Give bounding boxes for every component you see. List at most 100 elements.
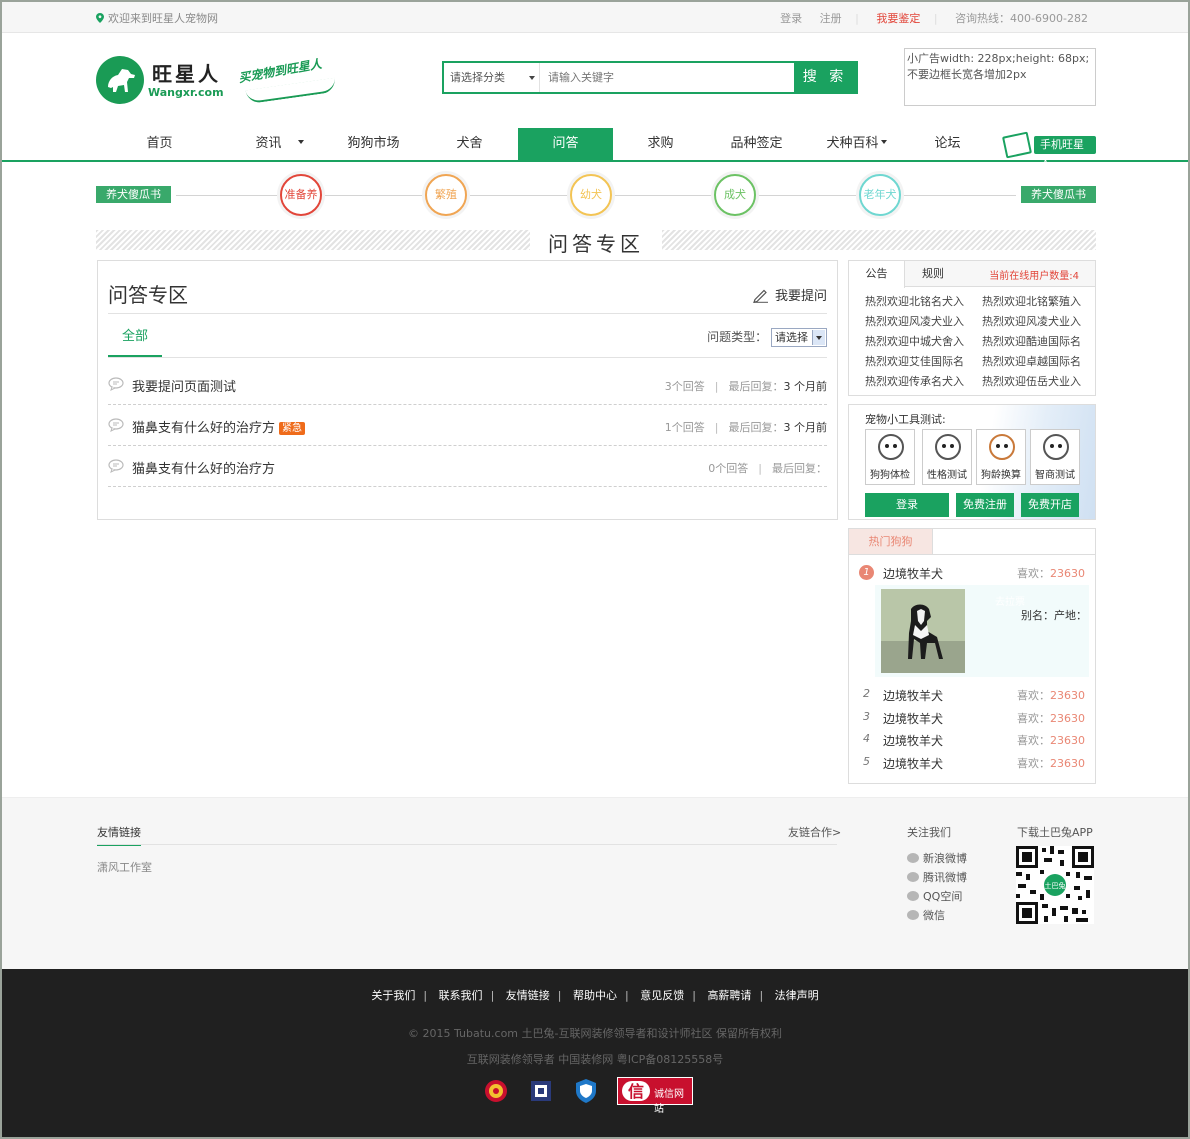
stage-label: 老年犬: [863, 188, 897, 201]
about-link[interactable]: 关于我们: [371, 989, 415, 1002]
nav-item-breed-id[interactable]: 品种签定: [709, 128, 804, 160]
free-shop-button[interactable]: 免费开店: [1021, 493, 1079, 517]
nav-item-news[interactable]: 资讯: [232, 128, 327, 160]
nav-item-kennel[interactable]: 犬舍: [422, 128, 517, 160]
security-shield-icon[interactable]: [573, 1077, 599, 1105]
notice-item[interactable]: 热烈欢迎中城犬舍入: [865, 333, 975, 349]
stage-prepare[interactable]: 准备养: [280, 174, 322, 216]
tool-health-check[interactable]: 狗狗体检: [865, 429, 915, 485]
stage-senior[interactable]: 老年犬: [859, 174, 901, 216]
stage-label: 繁殖: [435, 188, 457, 201]
question-row[interactable]: 我要提问页面测试 3个回答 | 最后回复：3 个月前: [108, 364, 827, 405]
question-title[interactable]: 我要提问页面测试: [132, 376, 236, 395]
dog-name[interactable]: 边境牧羊犬: [883, 755, 943, 772]
notice-item[interactable]: 热烈欢迎酷迪国际名: [982, 333, 1092, 349]
notice-item[interactable]: 热烈欢迎风凌犬业入: [865, 313, 975, 329]
credit-website-badge[interactable]: 信 诚信网站: [617, 1077, 693, 1115]
friend-links-title: 友情链接: [97, 824, 141, 846]
link-cooperation[interactable]: 友链合作>: [788, 824, 841, 840]
tool-label: 狗龄换算: [981, 470, 1021, 481]
nav-item-encyclopedia[interactable]: 犬种百科: [809, 128, 904, 160]
weibo-icon: [907, 853, 919, 863]
nav-item-market[interactable]: 狗狗市场: [326, 128, 421, 160]
free-register-button[interactable]: 免费注册: [956, 493, 1014, 517]
dog-photo[interactable]: [881, 589, 965, 673]
nav-item-forum[interactable]: 论坛: [900, 128, 995, 160]
tab-announcement[interactable]: 公告: [849, 261, 905, 288]
guide-flag-right[interactable]: 养犬傻瓜书: [1021, 186, 1096, 203]
search-input[interactable]: [540, 63, 794, 92]
police-badge-icon[interactable]: [482, 1077, 510, 1105]
social-qzone[interactable]: QQ空间: [907, 888, 962, 904]
category-select[interactable]: 请选择分类: [444, 63, 540, 92]
follow-title: 关注我们: [907, 826, 951, 839]
tool-iq-test[interactable]: 智商测试: [1030, 429, 1080, 485]
nav-label: 狗狗市场: [347, 136, 400, 151]
question-type-select[interactable]: 请选择: [771, 328, 827, 347]
tab-all[interactable]: 全部: [108, 323, 162, 357]
appraise-link[interactable]: 我要鉴定: [876, 12, 920, 25]
social-wechat[interactable]: 微信: [907, 907, 945, 923]
logo-domain: Wangxr.com: [148, 86, 224, 99]
question-title[interactable]: 猫鼻支有什么好的治疗方: [132, 458, 275, 477]
help-link[interactable]: 帮助中心: [573, 989, 617, 1002]
social-label: 微信: [923, 909, 945, 922]
nav-item-wanted[interactable]: 求购: [613, 128, 708, 160]
network-police-icon[interactable]: [528, 1077, 554, 1105]
ask-question-button[interactable]: 我要提问: [753, 285, 827, 304]
notice-item[interactable]: 热烈欢迎风凌犬业入: [982, 313, 1092, 329]
notice-item[interactable]: 热烈欢迎北铭繁殖入: [982, 293, 1092, 309]
like-count: 喜欢：23630: [1017, 565, 1085, 581]
mobile-site-link[interactable]: 手机旺星人: [1001, 131, 1096, 169]
dog-name[interactable]: 边境牧羊犬: [883, 710, 943, 727]
question-row[interactable]: 猫鼻支有什么好的治疗方 紧急 1个回答 | 最后回复：3 个月前: [108, 405, 827, 446]
notice-item[interactable]: 热烈欢迎伍岳犬业入: [982, 373, 1092, 389]
friend-link[interactable]: 潇风工作室: [97, 859, 152, 875]
notice-tabs: 公告 规则 当前在线用户数量:4: [849, 261, 1095, 288]
notice-item[interactable]: 热烈欢迎北铭名犬入: [865, 293, 975, 309]
notice-panel: 公告 规则 当前在线用户数量:4 热烈欢迎北铭名犬入 热烈欢迎北铭繁殖入 热烈欢…: [848, 260, 1096, 396]
feedback-link[interactable]: 意见反馈: [640, 989, 684, 1002]
search-bar: 请选择分类 搜 索: [442, 61, 858, 94]
question-row[interactable]: 猫鼻支有什么好的治疗方 0个回答 | 最后回复：: [108, 446, 827, 487]
legal-link[interactable]: 法律声明: [775, 989, 819, 1002]
stage-label: 幼犬: [580, 188, 602, 201]
contact-link[interactable]: 联系我们: [439, 989, 483, 1002]
nav-label: 品种签定: [730, 136, 783, 151]
stage-puppy[interactable]: 幼犬: [570, 174, 612, 216]
stage-adult[interactable]: 成犬: [714, 174, 756, 216]
nav-item-qa[interactable]: 问答: [518, 128, 613, 160]
dog-name[interactable]: 边境牧羊犬: [883, 565, 943, 582]
register-link[interactable]: 注册: [820, 12, 842, 25]
dog-name[interactable]: 边境牧羊犬: [883, 732, 943, 749]
tool-age-converter[interactable]: 狗龄换算: [976, 429, 1026, 485]
ad-placeholder[interactable]: 小广告width: 228px;height: 68px; 不要边框长宽各增加2…: [904, 48, 1096, 106]
question-title[interactable]: 猫鼻支有什么好的治疗方 紧急: [132, 417, 306, 436]
notice-item[interactable]: 热烈欢迎卓越国际名: [982, 353, 1092, 369]
answer-count: 1个回答: [664, 421, 705, 434]
notice-item[interactable]: 热烈欢迎传承名犬入: [865, 373, 975, 389]
site-logo[interactable]: 旺星人 Wangxr.com 买宠物到旺星人: [96, 54, 346, 110]
social-tencent-weibo[interactable]: 腾讯微博: [907, 869, 967, 885]
login-link[interactable]: 登录: [780, 12, 802, 25]
puppy-icon: [878, 434, 904, 460]
notice-item[interactable]: 热烈欢迎艾佳国际名: [865, 353, 975, 369]
tool-personality-test[interactable]: 性格测试: [922, 429, 972, 485]
vote-link[interactable]: 去拉票: [995, 593, 1025, 608]
rank-number: 5: [863, 755, 870, 768]
nav-item-home[interactable]: 首页: [112, 128, 207, 160]
social-weibo[interactable]: 新浪微博: [907, 850, 967, 866]
last-reply-label: 最后回复：: [728, 380, 784, 393]
divider: |: [855, 12, 859, 25]
tab-rules[interactable]: 规则: [905, 261, 961, 287]
search-button[interactable]: 搜 索: [794, 63, 856, 92]
stage-breeding[interactable]: 繁殖: [425, 174, 467, 216]
like-value: 23630: [1050, 734, 1085, 747]
tool-label: 狗狗体检: [870, 470, 910, 481]
like-count: 喜欢：23630: [1017, 732, 1085, 748]
jobs-link[interactable]: 高薪聘请: [707, 989, 751, 1002]
dog-name[interactable]: 边境牧羊犬: [883, 687, 943, 704]
friend-links-link[interactable]: 友情链接: [506, 989, 550, 1002]
guide-flag-left[interactable]: 养犬傻瓜书: [96, 186, 171, 203]
login-button[interactable]: 登录: [865, 493, 949, 517]
